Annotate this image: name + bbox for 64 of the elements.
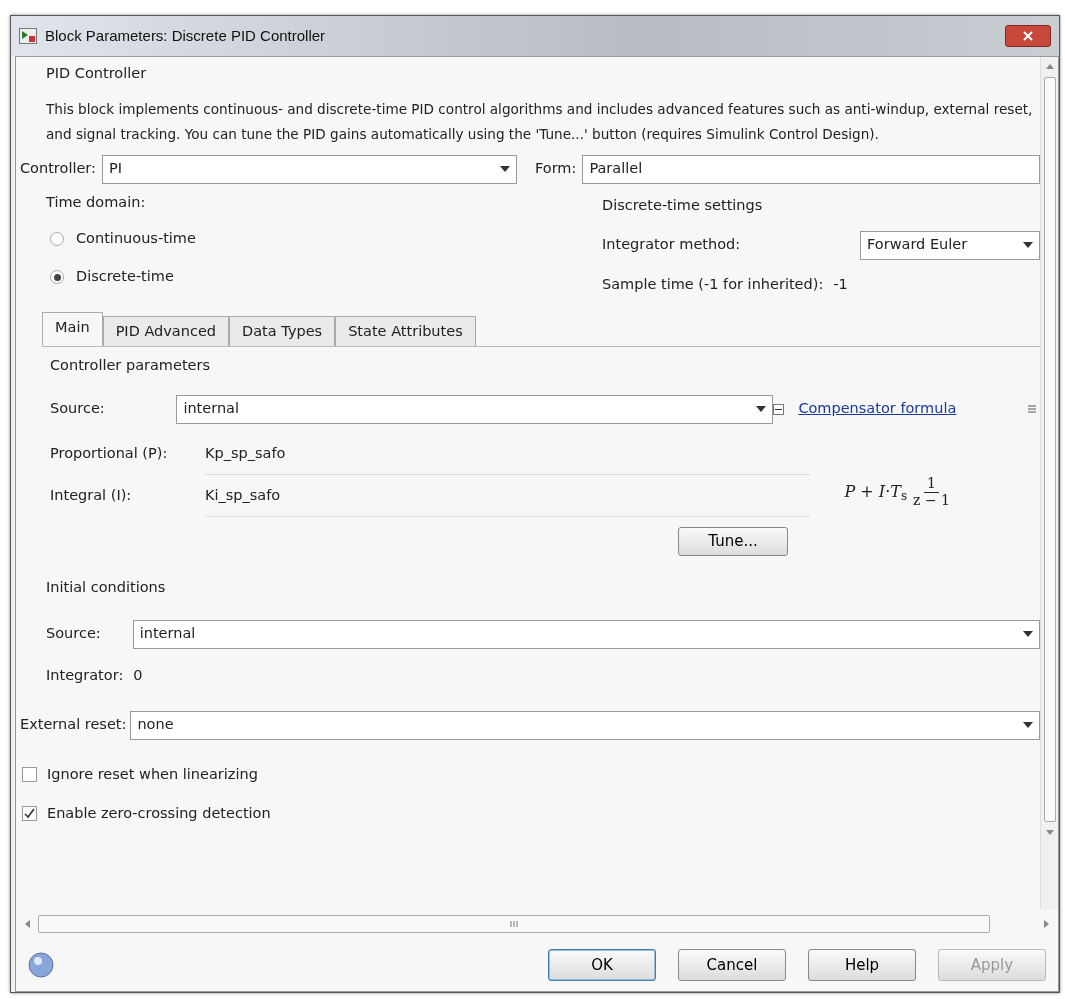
field-label: Form: <box>534 159 577 179</box>
dropdown-caret-icon <box>499 166 510 172</box>
radio-button[interactable] <box>50 232 64 246</box>
field-label: Proportional (P): <box>50 444 168 464</box>
option-label: Discrete-time <box>76 267 174 287</box>
section-label: Initial conditions <box>46 578 166 598</box>
scroll-left-icon[interactable] <box>24 920 30 928</box>
field-label: Sample time (-1 for inherited): <box>602 275 824 295</box>
block-description: This block implements continuous- and discrete-time PID control algorithms and includes advanced features such as anti-windup, external reset, and signal tracking. You can tune the PID gains automatically using the 'Tune...' button (requires Simulink Control Design). <box>46 100 1034 144</box>
dialog-button[interactable]: Cancel <box>678 949 786 981</box>
help-icon[interactable] <box>28 952 54 978</box>
parameter-field[interactable]: Ki_sp_safo <box>205 475 810 517</box>
option-label: Continuous-time <box>76 229 196 249</box>
dropdown-caret-icon <box>1023 722 1033 728</box>
section-label: Discrete-time settings <box>602 196 763 216</box>
checkbox[interactable] <box>22 767 37 782</box>
field-label: Integral (I): <box>50 486 132 506</box>
tab[interactable]: State Attributes <box>335 316 476 346</box>
collapse-icon[interactable] <box>773 403 785 415</box>
field-label: Integrator: <box>46 666 124 686</box>
dropdown[interactable]: internal <box>176 394 774 424</box>
horizontal-scrollbar[interactable] <box>24 913 1050 935</box>
field-label: External reset: <box>20 715 127 735</box>
dialog-button[interactable]: Help <box>808 949 916 981</box>
tab[interactable]: PID Advanced <box>102 316 230 346</box>
field-label: Controller: <box>20 159 96 179</box>
app-icon <box>19 28 37 44</box>
close-icon <box>1023 31 1033 41</box>
checkbox-label: Enable zero-crossing detection <box>47 803 271 823</box>
radio-button[interactable] <box>50 270 64 284</box>
section-label: Time domain: <box>46 193 146 213</box>
dropdown[interactable]: Forward Euler <box>860 230 1040 260</box>
tune-button[interactable]: Tune... <box>678 526 788 556</box>
field-value: Ki_sp_safo <box>205 485 281 505</box>
scroll-up-icon[interactable] <box>1045 63 1054 69</box>
dropdown[interactable]: internal <box>132 619 1040 649</box>
dropdown-caret-icon <box>1023 242 1033 248</box>
dialog-button[interactable]: OK <box>548 949 656 981</box>
dropdown[interactable]: PI <box>101 154 517 184</box>
compensator-formula-link[interactable]: Compensator formula <box>798 398 957 420</box>
text-field[interactable]: Parallel <box>582 154 1040 184</box>
field-value: Kp_sp_safo <box>205 443 286 463</box>
field-value: 0 <box>133 666 143 686</box>
field-value: -1 <box>833 275 848 295</box>
dropdown-caret-icon <box>756 406 767 412</box>
scroll-right-icon[interactable] <box>1044 920 1050 928</box>
dialog-heading: PID Controller <box>46 64 147 84</box>
scroll-down-icon[interactable] <box>1045 830 1054 836</box>
vertical-scrollbar[interactable] <box>1040 57 1058 909</box>
tab[interactable]: Data Types <box>229 316 336 346</box>
field-label: Source: <box>50 399 105 419</box>
checkbox[interactable] <box>22 806 37 821</box>
field-label: Source: <box>46 624 101 644</box>
parameter-field[interactable]: Kp_sp_safo <box>205 433 810 475</box>
grip-icon[interactable] <box>509 920 519 928</box>
checkbox-label: Ignore reset when linearizing <box>47 764 258 784</box>
close-button[interactable] <box>1005 25 1051 47</box>
field-label: Integrator method: <box>602 235 741 255</box>
tab[interactable]: Main <box>42 312 103 346</box>
section-label: Controller parameters <box>50 356 211 376</box>
window-title: Block Parameters: Discrete PID Controller <box>45 25 326 46</box>
dropdown[interactable]: none <box>130 710 1040 740</box>
dialog-button: Apply <box>938 949 1046 981</box>
dropdown-caret-icon <box>1023 631 1033 637</box>
